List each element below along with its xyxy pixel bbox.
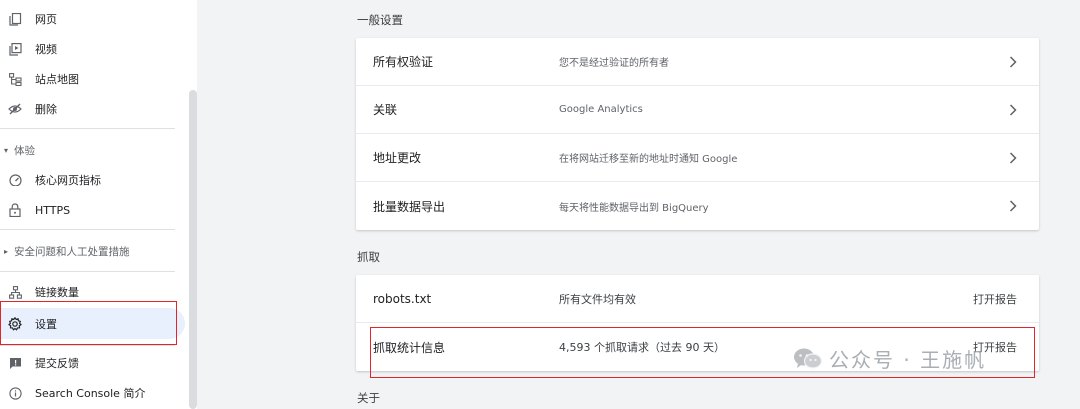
wechat-icon xyxy=(794,348,823,369)
settings-row-robots-txt[interactable]: robots.txt 所有文件均有效 打开报告 xyxy=(356,275,1039,323)
open-report-link[interactable]: 打开报告 xyxy=(973,291,1017,307)
sidebar-nav: 网页 视频 站点地图 删除 ▾ 体验 核心网页指标 HTTPS ▸ 安全问题和人… xyxy=(0,0,197,409)
sidebar-item-video[interactable]: 视频 xyxy=(0,34,185,64)
row-title: 所有权验证 xyxy=(373,55,434,69)
video-icon xyxy=(8,42,22,56)
settings-row-ownership[interactable]: 所有权验证 您不是经过验证的所有者 xyxy=(356,38,1039,86)
feedback-icon xyxy=(8,356,22,370)
settings-row-associations[interactable]: 关联 Google Analytics xyxy=(356,86,1039,134)
caret-down-icon: ▾ xyxy=(4,145,9,155)
sidebar-item-label: 核心网页指标 xyxy=(35,174,101,187)
about-heading: 关于 xyxy=(357,391,380,405)
chevron-right-icon xyxy=(1009,200,1017,212)
sidebar-item-label: Search Console 简介 xyxy=(35,387,146,400)
caret-right-icon: ▸ xyxy=(4,246,9,256)
sidebar-item-feedback[interactable]: 提交反馈 xyxy=(0,348,185,378)
sidebar-item-core-web-vitals[interactable]: 核心网页指标 xyxy=(0,165,185,195)
settings-row-bulk-export[interactable]: 批量数据导出 每天将性能数据导出到 BigQuery xyxy=(356,182,1039,230)
links-icon xyxy=(8,285,22,299)
divider xyxy=(0,128,175,129)
row-title: robots.txt xyxy=(373,291,432,306)
row-title: 关联 xyxy=(373,103,398,117)
sidebar-item-label: 链接数量 xyxy=(35,286,79,299)
crawling-heading: 抓取 xyxy=(357,250,380,264)
sidebar-item-label: 删除 xyxy=(35,103,57,116)
section-security[interactable]: ▸ 安全问题和人工处置措施 xyxy=(0,239,185,263)
hidden-eye-icon xyxy=(8,102,22,116)
row-description: 您不是经过验证的所有者 xyxy=(559,58,669,69)
sidebar-scrollbar[interactable] xyxy=(189,90,197,409)
general-settings-heading: 一般设置 xyxy=(357,13,403,27)
chevron-right-icon xyxy=(1009,55,1017,68)
sidebar-item-pages[interactable]: 网页 xyxy=(0,4,185,34)
sidebar-item-label: HTTPS xyxy=(35,203,71,217)
sidebar-item-sitemaps[interactable]: 站点地图 xyxy=(0,64,185,94)
general-settings-card: 所有权验证 您不是经过验证的所有者 关联 Google Analytics 地址… xyxy=(356,38,1039,230)
divider xyxy=(0,271,175,272)
row-description: 每天将性能数据导出到 BigQuery xyxy=(559,202,709,214)
watermark: 公众号 · 王施帆 xyxy=(793,344,986,373)
chevron-right-icon xyxy=(1009,103,1017,116)
sidebar-item-label: 提交反馈 xyxy=(35,357,79,370)
info-icon xyxy=(8,386,22,400)
chevron-right-icon xyxy=(1009,151,1017,164)
row-title: 批量数据导出 xyxy=(373,199,446,214)
sidebar-item-label: 站点地图 xyxy=(35,73,79,86)
section-experience[interactable]: ▾ 体验 xyxy=(0,138,185,162)
sidebar-item-removals[interactable]: 删除 xyxy=(0,94,185,124)
pages-icon xyxy=(8,12,22,26)
watermark-text: 公众号 · 王施帆 xyxy=(829,348,987,372)
row-title: 地址更改 xyxy=(373,151,422,165)
row-description: 所有文件均有效 xyxy=(559,292,636,306)
speedometer-icon xyxy=(8,173,22,187)
sidebar-item-label: 视频 xyxy=(35,43,57,56)
lock-icon xyxy=(8,203,22,217)
row-description: 在将网站迁移至新的地址时通知 Google xyxy=(559,154,738,165)
settings-row-change-of-address[interactable]: 地址更改 在将网站迁移至新的地址时通知 Google xyxy=(356,134,1039,182)
sidebar-item-label: 网页 xyxy=(35,13,57,26)
section-label: 安全问题和人工处置措施 xyxy=(14,245,130,258)
divider xyxy=(0,229,175,230)
divider xyxy=(0,345,175,346)
sidebar-item-about-search-console[interactable]: Search Console 简介 xyxy=(0,378,185,408)
section-label: 体验 xyxy=(14,144,36,157)
row-description: Google Analytics xyxy=(559,104,643,115)
sidebar-item-https[interactable]: HTTPS xyxy=(0,195,185,225)
sitemap-icon xyxy=(8,72,22,86)
highlight-box-settings xyxy=(0,301,177,345)
